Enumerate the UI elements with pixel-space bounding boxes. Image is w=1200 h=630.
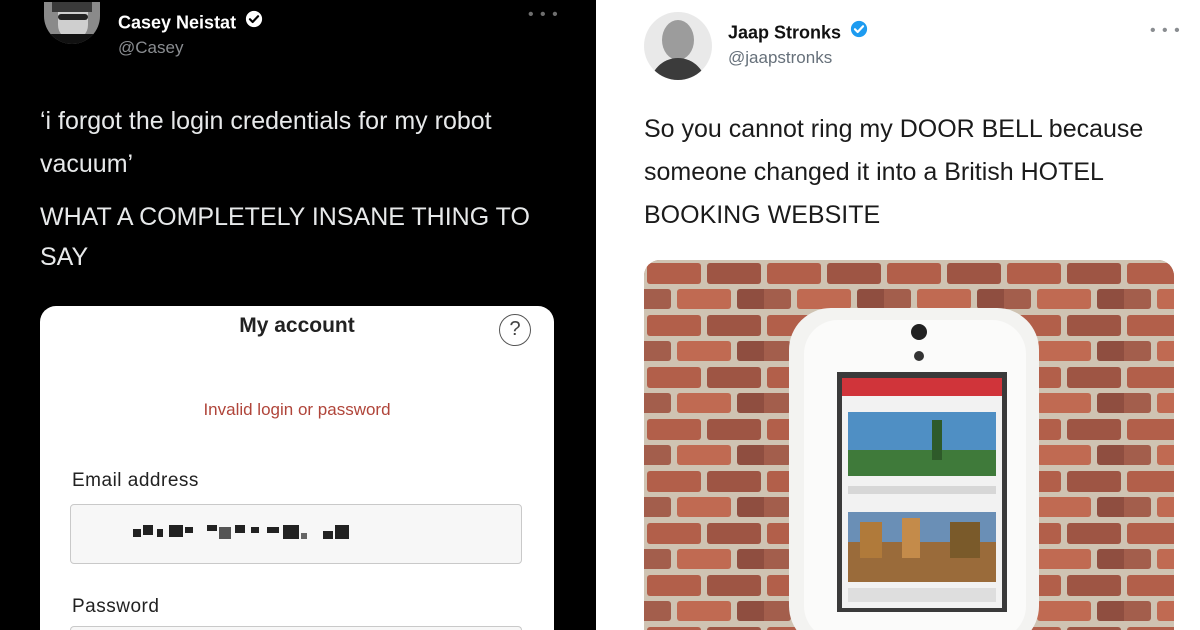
doorbell-photo[interactable]: [644, 260, 1174, 630]
author-handle[interactable]: @Casey: [118, 38, 183, 58]
author-name-row[interactable]: Jaap Stronks: [728, 20, 868, 45]
brick-wall-with-kiosk-image: [644, 260, 1174, 630]
password-field[interactable]: [70, 626, 522, 630]
author-handle[interactable]: @jaapstronks: [728, 48, 832, 68]
email-label: Email address: [72, 470, 199, 491]
error-message: Invalid login or password: [203, 400, 391, 419]
left-tweet: Casey Neistat @Casey • • • ‘i forgot the…: [0, 0, 596, 630]
more-options-icon[interactable]: • • •: [1150, 22, 1181, 40]
avatar[interactable]: [644, 12, 712, 80]
login-screenshot-card: My account ? Invalid login or password E…: [40, 306, 554, 630]
email-field[interactable]: [70, 504, 522, 564]
tweet-text: So you cannot ring my DOOR BELL because …: [644, 115, 1144, 229]
more-options-icon[interactable]: • • •: [528, 6, 559, 24]
help-icon[interactable]: ?: [499, 314, 531, 346]
avatar[interactable]: [44, 2, 100, 44]
right-tweet: Jaap Stronks @jaapstronks • • • So you c…: [604, 0, 1200, 630]
card-title: My account: [239, 314, 355, 337]
verified-badge-icon: [245, 10, 263, 33]
author-name-row[interactable]: Casey Neistat: [118, 10, 263, 35]
author-name[interactable]: Casey Neistat: [118, 12, 236, 32]
password-label: Password: [72, 596, 160, 617]
verified-badge-icon: [850, 20, 868, 43]
tweet-text-line2: WHAT A COMPLETELY INSANE THING TO SAY: [40, 203, 530, 271]
author-name[interactable]: Jaap Stronks: [728, 22, 841, 42]
tweet-text-line1: ‘i forgot the login credentials for my r…: [40, 107, 492, 178]
panel-divider: [596, 0, 604, 630]
